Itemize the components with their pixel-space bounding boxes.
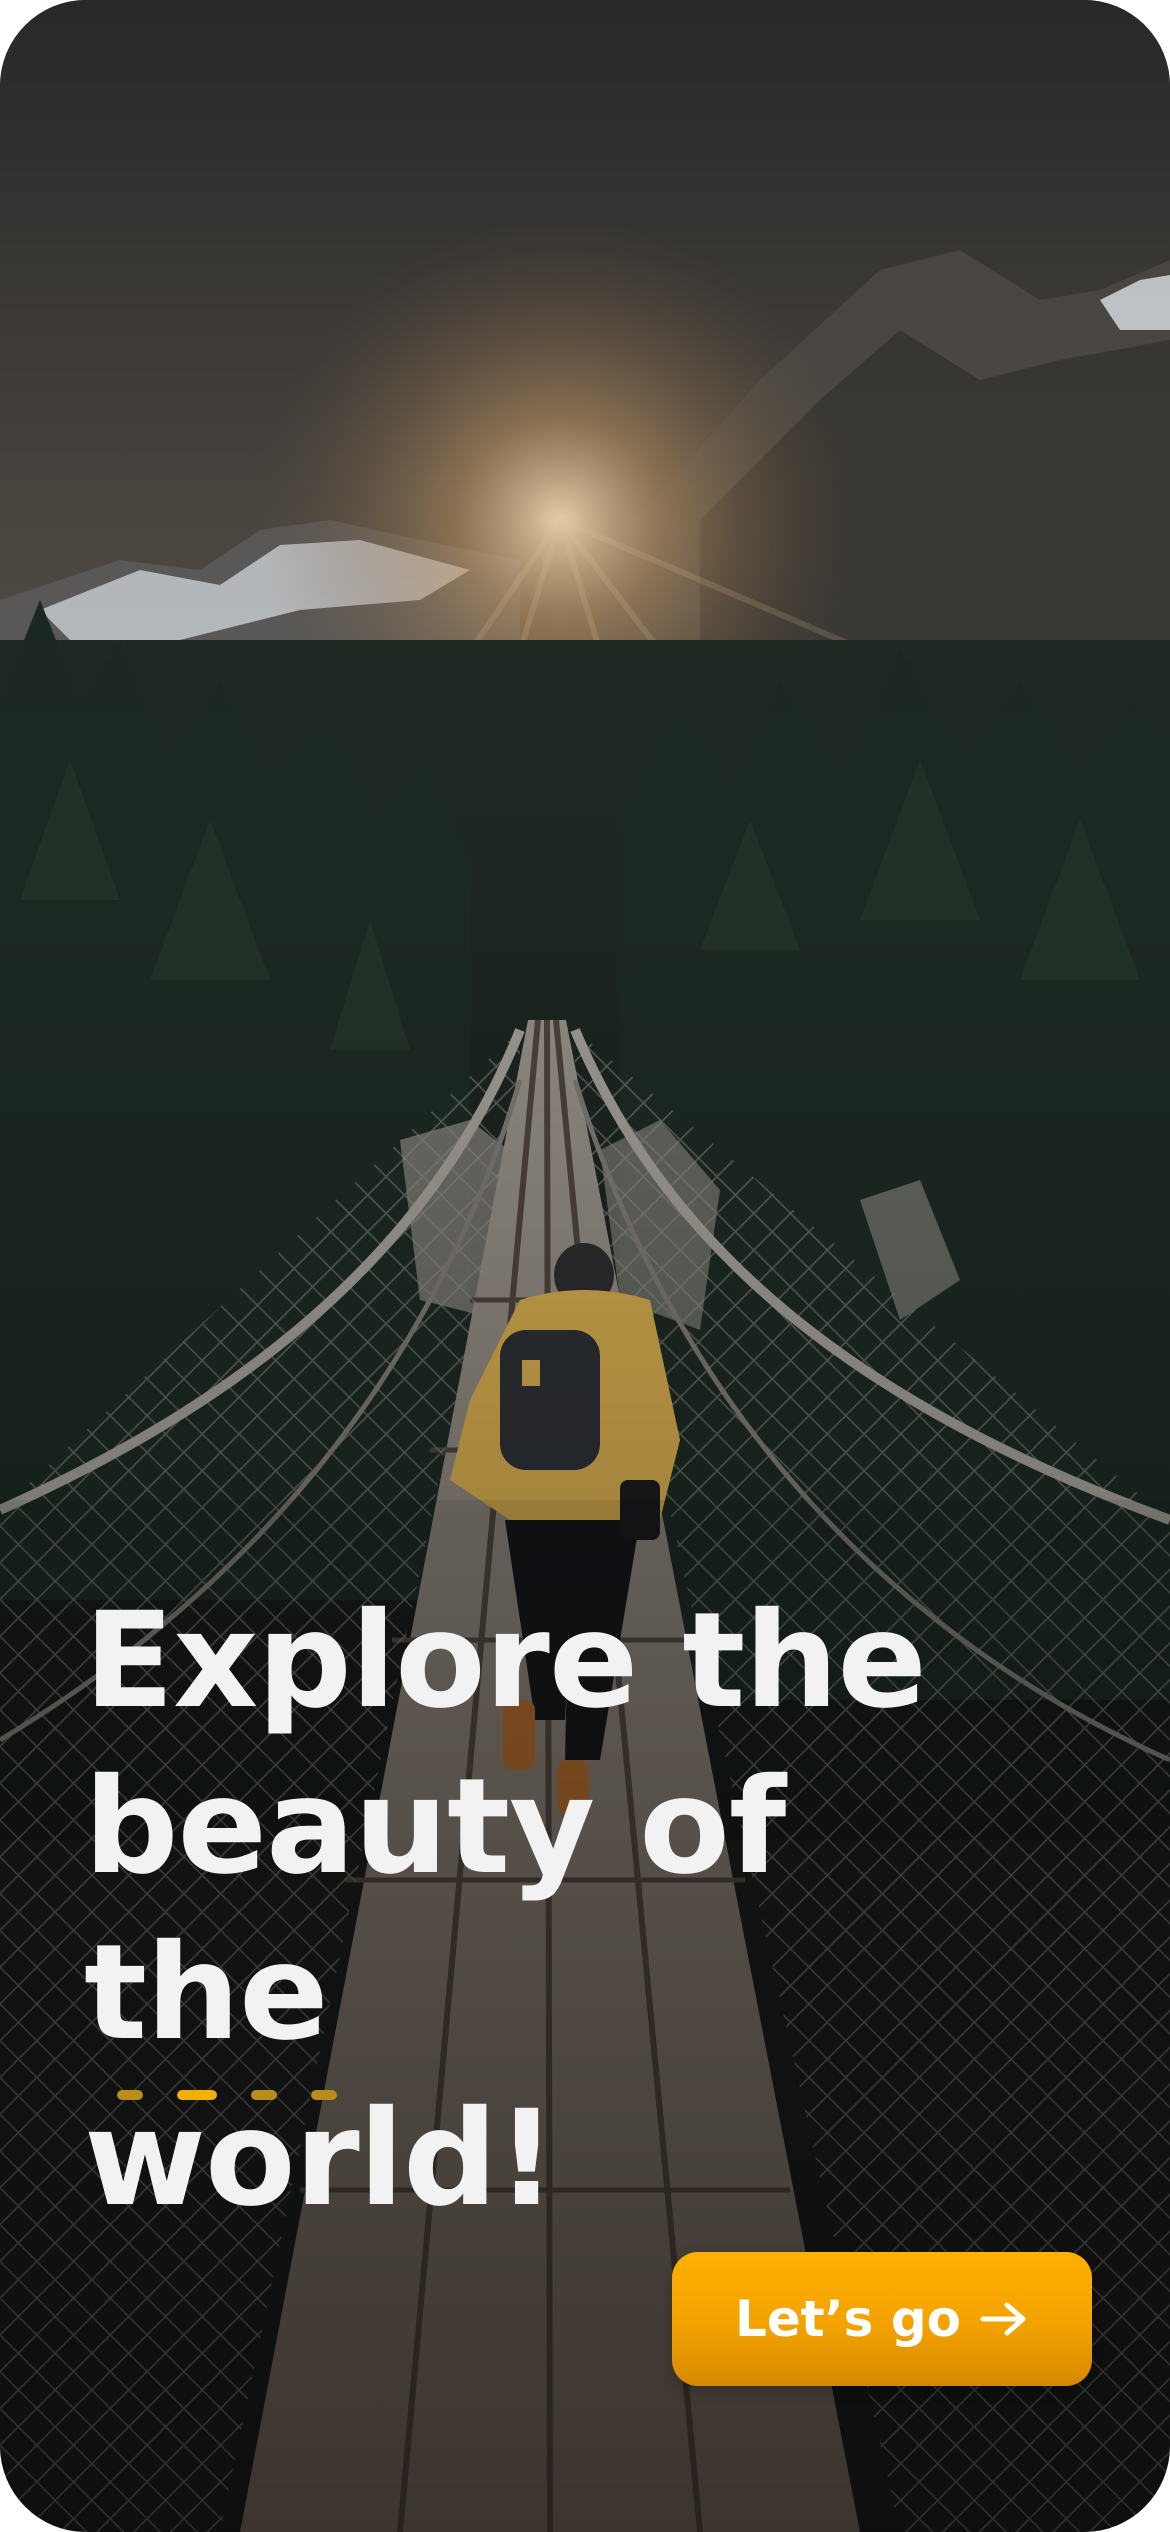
arrow-right-icon (980, 2302, 1026, 2336)
page-indicator-dot-3[interactable] (251, 2090, 277, 2100)
page-indicator-dot-2[interactable] (177, 2090, 217, 2100)
lets-go-button[interactable]: Let’s go (672, 2252, 1092, 2386)
lets-go-label: Let’s go (735, 2290, 961, 2348)
page-indicator (117, 2090, 337, 2100)
onboarding-headline: Explore the beauty of the world! (84, 1584, 927, 2236)
page-indicator-dot-1[interactable] (117, 2090, 143, 2100)
page-indicator-dot-4[interactable] (311, 2090, 337, 2100)
onboarding-screen: Explore the beauty of the world! Let’s g… (0, 0, 1170, 2532)
